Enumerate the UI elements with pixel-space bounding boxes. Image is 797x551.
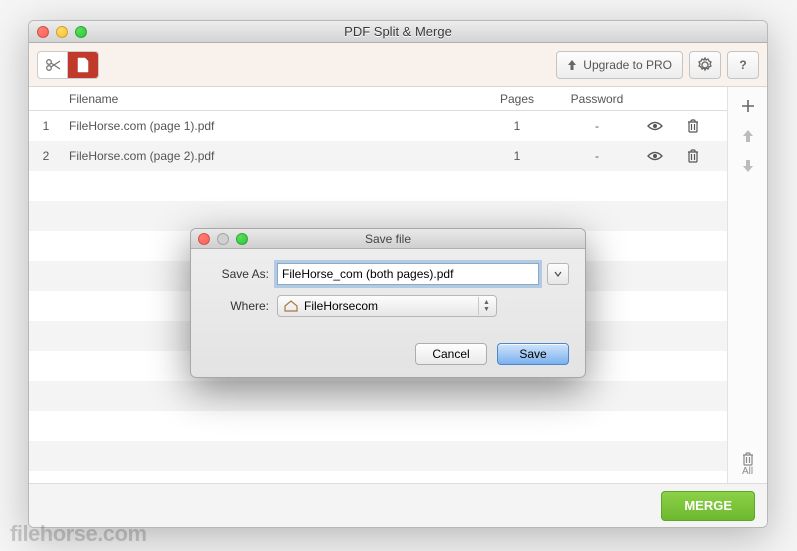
chevron-down-icon <box>554 271 562 277</box>
split-mode-button[interactable] <box>38 52 68 78</box>
empty-row <box>29 171 727 201</box>
arrow-up-icon <box>742 129 754 143</box>
move-up-button[interactable] <box>733 123 763 149</box>
arrow-down-icon <box>742 159 754 173</box>
all-label: All <box>742 466 753 477</box>
upgrade-label: Upgrade to PRO <box>583 58 672 72</box>
select-stepper-icon: ▲▼ <box>478 297 494 315</box>
expand-browser-button[interactable] <box>547 263 569 285</box>
save-as-input[interactable] <box>277 263 539 285</box>
eye-icon <box>647 121 663 131</box>
empty-row <box>29 441 727 471</box>
home-folder-icon <box>284 300 298 312</box>
save-as-row: Save As: <box>207 263 569 285</box>
close-window-button[interactable] <box>37 26 49 38</box>
trash-icon <box>687 119 699 133</box>
save-dialog: Save file Save As: Where: FileHorsecom ▲… <box>190 228 586 378</box>
row-pages: 1 <box>487 119 547 133</box>
header-pages: Pages <box>487 92 547 106</box>
delete-row-button[interactable] <box>687 119 727 133</box>
trash-icon <box>687 149 699 163</box>
save-as-label: Save As: <box>207 267 269 281</box>
merge-mode-button[interactable] <box>68 52 98 78</box>
empty-row <box>29 381 727 411</box>
row-password: - <box>547 149 647 163</box>
where-select[interactable]: FileHorsecom ▲▼ <box>277 295 497 317</box>
watermark: filehorse.com <box>10 521 147 547</box>
preview-button[interactable] <box>647 121 687 131</box>
trash-icon <box>742 452 754 466</box>
move-down-button[interactable] <box>733 153 763 179</box>
eye-icon <box>647 151 663 161</box>
dialog-minimize-button <box>217 233 229 245</box>
traffic-lights <box>37 26 87 38</box>
dialog-titlebar: Save file <box>191 229 585 249</box>
minimize-window-button[interactable] <box>56 26 68 38</box>
window-title: PDF Split & Merge <box>29 24 767 39</box>
plus-icon <box>741 99 755 113</box>
help-button[interactable]: ? <box>727 51 759 79</box>
empty-row <box>29 411 727 441</box>
mode-segment <box>37 51 99 79</box>
dialog-title: Save file <box>191 232 585 246</box>
empty-row <box>29 201 727 231</box>
header-password: Password <box>547 92 647 106</box>
list-sidebar: All <box>727 87 767 483</box>
document-icon <box>76 57 90 73</box>
row-index: 2 <box>29 149 63 163</box>
table-row[interactable]: 2 FileHorse.com (page 2).pdf 1 - <box>29 141 727 171</box>
upload-arrow-icon <box>567 59 577 71</box>
scissors-icon <box>45 59 61 71</box>
table-header: Filename Pages Password <box>29 87 727 111</box>
toolbar: Upgrade to PRO ? <box>29 43 767 87</box>
dialog-actions: Cancel Save <box>191 339 585 377</box>
window-titlebar: PDF Split & Merge <box>29 21 767 43</box>
cancel-button[interactable]: Cancel <box>415 343 487 365</box>
dialog-zoom-button[interactable] <box>236 233 248 245</box>
row-index: 1 <box>29 119 63 133</box>
delete-all-button[interactable]: All <box>742 452 754 477</box>
where-label: Where: <box>207 299 269 313</box>
question-icon: ? <box>739 58 746 72</box>
where-value: FileHorsecom <box>304 299 378 313</box>
save-button[interactable]: Save <box>497 343 569 365</box>
add-button[interactable] <box>733 93 763 119</box>
dialog-traffic-lights <box>198 233 248 245</box>
gear-icon <box>697 57 713 73</box>
dialog-close-button[interactable] <box>198 233 210 245</box>
delete-row-button[interactable] <box>687 149 727 163</box>
merge-button[interactable]: MERGE <box>661 491 755 521</box>
dialog-body: Save As: Where: FileHorsecom ▲▼ <box>191 249 585 339</box>
preview-button[interactable] <box>647 151 687 161</box>
zoom-window-button[interactable] <box>75 26 87 38</box>
row-pages: 1 <box>487 149 547 163</box>
row-password: - <box>547 119 647 133</box>
header-filename: Filename <box>63 92 487 106</box>
table-row[interactable]: 1 FileHorse.com (page 1).pdf 1 - <box>29 111 727 141</box>
where-row: Where: FileHorsecom ▲▼ <box>207 295 569 317</box>
row-filename: FileHorse.com (page 2).pdf <box>63 149 487 163</box>
upgrade-button[interactable]: Upgrade to PRO <box>556 51 683 79</box>
settings-button[interactable] <box>689 51 721 79</box>
row-filename: FileHorse.com (page 1).pdf <box>63 119 487 133</box>
